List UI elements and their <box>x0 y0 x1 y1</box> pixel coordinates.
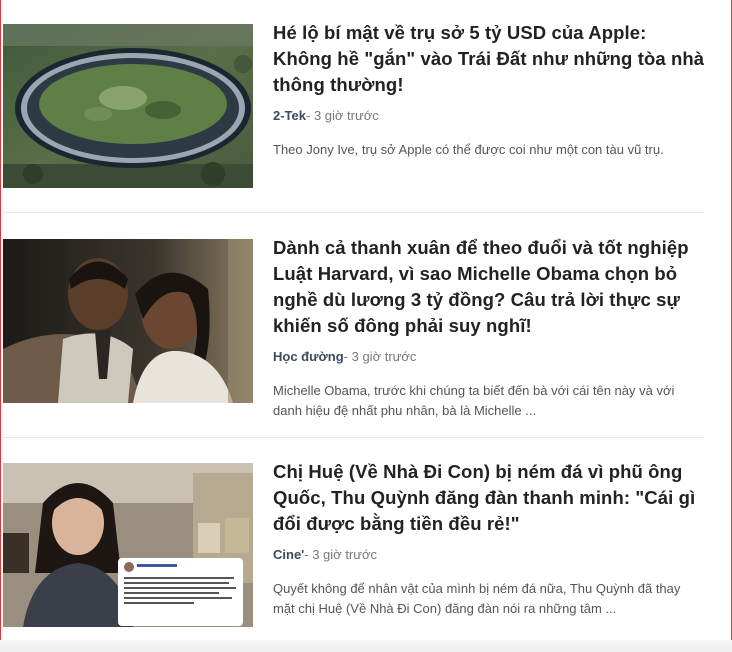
article-time: 3 giờ trước <box>313 108 379 123</box>
article-excerpt: Michelle Obama, trước khi chúng ta biết … <box>273 383 675 418</box>
news-item: Chị Huệ (Về Nhà Đi Con) bị ném đá vì phũ… <box>3 438 704 638</box>
article-content: Hé lộ bí mật về trụ sở 5 tỷ USD của Appl… <box>273 20 705 160</box>
article-content: Dành cả thanh xuân để theo đuổi và tốt n… <box>273 235 705 421</box>
article-excerpt: Theo Jony Ive, trụ sở Apple có thể được … <box>273 142 664 157</box>
article-thumbnail[interactable] <box>3 463 253 627</box>
article-thumbnail[interactable] <box>3 24 253 188</box>
article-thumbnail[interactable] <box>3 239 253 403</box>
article-time: 3 giờ trước <box>312 547 377 562</box>
article-title[interactable]: Hé lộ bí mật về trụ sở 5 tỷ USD của Appl… <box>273 20 705 98</box>
meta-separator: - <box>343 349 352 364</box>
news-item: Hé lộ bí mật về trụ sở 5 tỷ USD của Appl… <box>3 0 705 213</box>
article-title[interactable]: Chị Huệ (Về Nhà Đi Con) bị ném đá vì phũ… <box>273 459 705 537</box>
article-excerpt: Quyết không để nhân vật của mình bị ném … <box>273 581 681 616</box>
article-meta: Học đường- 3 giờ trước <box>273 349 705 364</box>
article-category[interactable]: Học đường <box>273 349 344 364</box>
article-category[interactable]: 2-Tek <box>273 108 306 123</box>
michelle-obama-image <box>3 239 253 403</box>
news-item: Dành cả thanh xuân để theo đuổi và tốt n… <box>3 213 705 438</box>
apple-park-image <box>3 24 253 188</box>
feed-bottom-edge <box>0 640 732 652</box>
thu-quynh-image <box>3 463 253 627</box>
article-title[interactable]: Dành cả thanh xuân để theo đuổi và tốt n… <box>273 235 705 339</box>
article-meta: 2-Tek- 3 giờ trước <box>273 108 705 123</box>
article-time: 3 giờ trước <box>351 349 417 364</box>
meta-separator: - <box>306 108 314 123</box>
article-category[interactable]: Cine' <box>273 547 304 562</box>
article-meta: Cine'- 3 giờ trước <box>273 547 705 562</box>
article-content: Chị Huệ (Về Nhà Đi Con) bị ném đá vì phũ… <box>273 459 705 619</box>
